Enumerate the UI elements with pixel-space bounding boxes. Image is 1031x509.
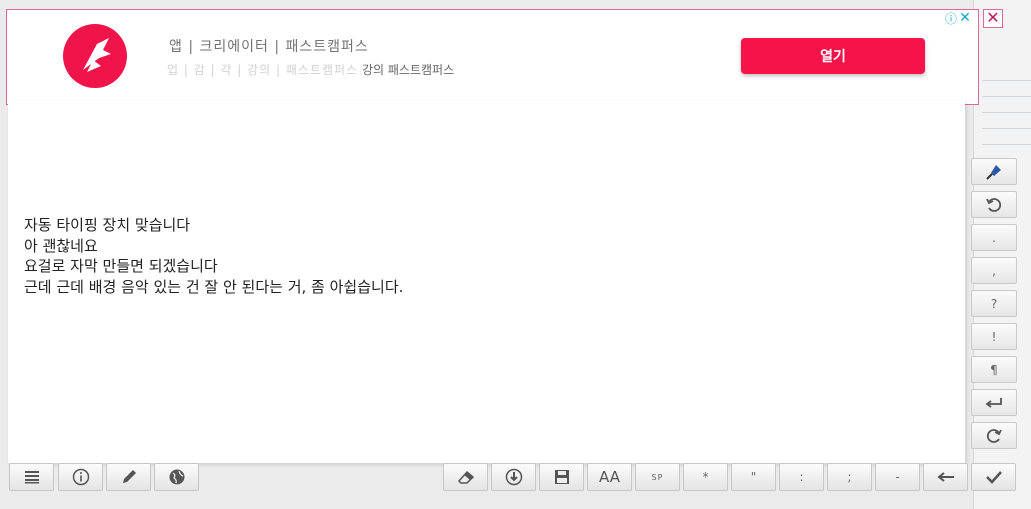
transcript-editor[interactable]: 자동 타이핑 장치 맞습니다 아 괜찮네요 요걸로 자막 만들면 되겠습니다 근… bbox=[8, 101, 965, 463]
font-size-button[interactable]: AA bbox=[587, 463, 632, 491]
download-button[interactable] bbox=[491, 463, 536, 491]
ad-close-button[interactable]: ✕ bbox=[983, 9, 1003, 28]
transcript-line: 아 괜찮네요 bbox=[24, 236, 98, 255]
microphone-icon bbox=[986, 164, 1001, 180]
exclamation-button[interactable]: ! bbox=[971, 323, 1017, 350]
confirm-button[interactable] bbox=[971, 463, 1016, 491]
pencil-icon bbox=[122, 470, 136, 483]
ad-subline-blurred: 업 | 감 | 각 | 강의 | 패스트캠퍼스 bbox=[167, 63, 359, 77]
redo-icon bbox=[986, 428, 1002, 443]
redo-button[interactable] bbox=[971, 422, 1017, 449]
semicolon-button[interactable]: ; bbox=[827, 463, 872, 491]
quote-button[interactable]: " bbox=[731, 463, 776, 491]
ad-subline-visible: 강의 패스트캠퍼스 bbox=[361, 63, 455, 77]
comma-button[interactable]: , bbox=[971, 257, 1017, 284]
ad-logo[interactable] bbox=[63, 24, 127, 88]
dash-button[interactable]: - bbox=[875, 463, 920, 491]
transcript-line: 자동 타이핑 장치 맞습니다 bbox=[24, 216, 191, 234]
info-button[interactable] bbox=[58, 463, 103, 491]
ad-subline[interactable]: 업 | 감 | 각 | 강의 | 패스트캠퍼스 강의 패스트캠퍼스 bbox=[167, 61, 454, 78]
backspace-button[interactable] bbox=[923, 463, 968, 491]
info-icon bbox=[72, 468, 89, 486]
backspace-icon bbox=[936, 472, 954, 482]
colon-button[interactable]: : bbox=[779, 463, 824, 491]
asterisk-button[interactable]: * bbox=[683, 463, 728, 491]
transcript-line: 요걸로 자막 만들면 되겠습니다 bbox=[24, 257, 218, 275]
eraser-icon bbox=[457, 470, 474, 484]
undo-icon bbox=[986, 197, 1002, 212]
paragraph-button[interactable]: ¶ bbox=[971, 356, 1017, 383]
enter-button[interactable] bbox=[971, 389, 1017, 416]
space-button[interactable]: SP bbox=[635, 463, 680, 491]
save-icon bbox=[554, 470, 569, 484]
globe-icon bbox=[169, 469, 184, 485]
confirm-icon bbox=[985, 471, 1002, 484]
period-button[interactable]: . bbox=[971, 224, 1017, 251]
download-icon bbox=[505, 468, 522, 486]
ad-headline[interactable]: 앱 | 크리에이터 | 패스트캠퍼스 bbox=[169, 36, 369, 56]
edit-button[interactable] bbox=[106, 463, 151, 491]
question-button[interactable]: ? bbox=[971, 290, 1017, 317]
language-button[interactable] bbox=[154, 463, 199, 491]
undo-button[interactable] bbox=[971, 191, 1017, 218]
ad-close-icon[interactable]: ✕ bbox=[958, 11, 972, 25]
save-button[interactable] bbox=[539, 463, 584, 491]
microphone-button[interactable] bbox=[971, 158, 1017, 185]
menu-button[interactable] bbox=[9, 463, 54, 491]
ad-open-button[interactable]: 열기 bbox=[741, 38, 925, 74]
transcript-text[interactable]: 자동 타이핑 장치 맞습니다 아 괜찮네요 요걸로 자막 만들면 되겠습니다 근… bbox=[24, 215, 403, 297]
eraser-button[interactable] bbox=[443, 463, 488, 491]
menu-icon bbox=[24, 471, 39, 484]
ad-banner[interactable]: 앱 | 크리에이터 | 패스트캠퍼스 업 | 감 | 각 | 강의 | 패스트캠… bbox=[6, 9, 979, 105]
transcript-line: 근데 근데 배경 음악 있는 건 잘 안 된다는 거, 좀 아쉽습니다. bbox=[24, 277, 404, 296]
ad-info-icon[interactable]: ⓘ bbox=[944, 12, 958, 26]
enter-icon bbox=[985, 397, 1002, 408]
